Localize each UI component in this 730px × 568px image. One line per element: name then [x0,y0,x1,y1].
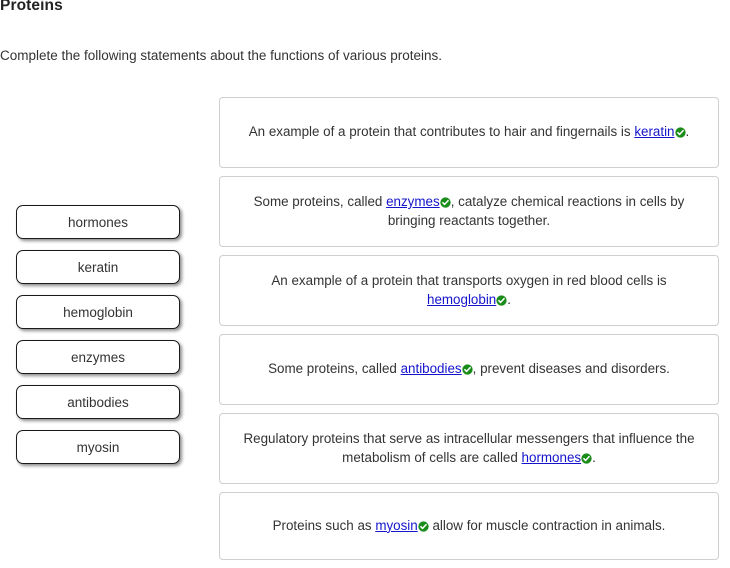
check-circle-icon [581,452,592,464]
check-circle-icon [674,127,686,138]
word-bank-token-label: hemoglobin [63,304,133,320]
statement-box[interactable]: Some proteins, called enzymes, catalyze … [219,176,719,247]
statement-text-after: . [507,291,511,307]
check-circle-icon [418,521,429,532]
word-bank-token[interactable]: myosin [16,430,180,464]
statement-text-before: Regulatory proteins that serve as intrac… [243,431,695,465]
statement-text: Some proteins, called antibodies , preven… [268,360,670,379]
statement-text-before: Some proteins, called [268,361,401,377]
statement-text-before: Proteins such as [272,517,376,533]
statement-box[interactable]: Regulatory proteins that serve as intrac… [219,413,719,484]
instructions-text: Complete the following statements about … [0,48,442,63]
statement-text-after: . [685,124,690,140]
statement-text: Some proteins, called enzymes, catalyze … [238,193,700,230]
statement-text-before: Some proteins, called [253,194,387,209]
check-circle-icon [461,364,473,375]
answer-token[interactable]: myosin [375,518,417,533]
statement-text: Regulatory proteins that serve as intrac… [238,430,700,467]
page-title: Proteins [0,0,63,14]
word-bank: hormones keratin hemoglobin enzymes antibodi… [16,205,180,464]
statement-text: Proteins such as myosin allow for muscle… [273,517,666,536]
word-bank-token[interactable]: hemoglobin [16,295,180,329]
answer-token[interactable]: keratin [634,124,674,139]
answer-token[interactable]: hormones [522,450,582,465]
statement-text-after: . [592,449,596,465]
word-bank-token-label: hormones [67,214,129,230]
statement-text: An example of a protein that contributes… [249,123,690,142]
statement-box[interactable]: Some proteins, called antibodies , preven… [219,334,719,405]
answer-token[interactable]: antibodies [401,361,462,376]
word-bank-token-label: keratin [77,259,119,275]
statements-list: An example of a protein that contributes… [219,97,719,568]
check-circle-icon [440,197,451,208]
statement-box[interactable]: Proteins such as myosin allow for muscle… [219,492,719,560]
answer-token[interactable]: enzymes [386,194,440,209]
statement-box[interactable]: An example of a protein that transports … [219,255,719,326]
word-bank-token-label: myosin [76,439,120,455]
statement-text-before: An example of a protein that contributes… [248,124,635,140]
statement-box[interactable]: An example of a protein that contributes… [219,97,719,168]
statement-text-before: An example of a protein that transports … [271,273,667,288]
statement-text: An example of a protein that transports … [238,272,700,309]
statement-text-after: , prevent diseases and disorders. [472,361,670,377]
word-bank-token[interactable]: antibodies [16,385,180,419]
word-bank-token-label: enzymes [70,349,126,365]
answer-token[interactable]: hemoglobin [427,292,496,307]
word-bank-token[interactable]: keratin [16,250,180,284]
statement-text-after: allow for muscle contraction in animals. [428,517,666,533]
word-bank-token[interactable]: enzymes [16,340,180,374]
word-bank-token[interactable]: hormones [16,205,180,239]
check-circle-icon [496,294,507,306]
word-bank-token-label: antibodies [67,394,129,410]
